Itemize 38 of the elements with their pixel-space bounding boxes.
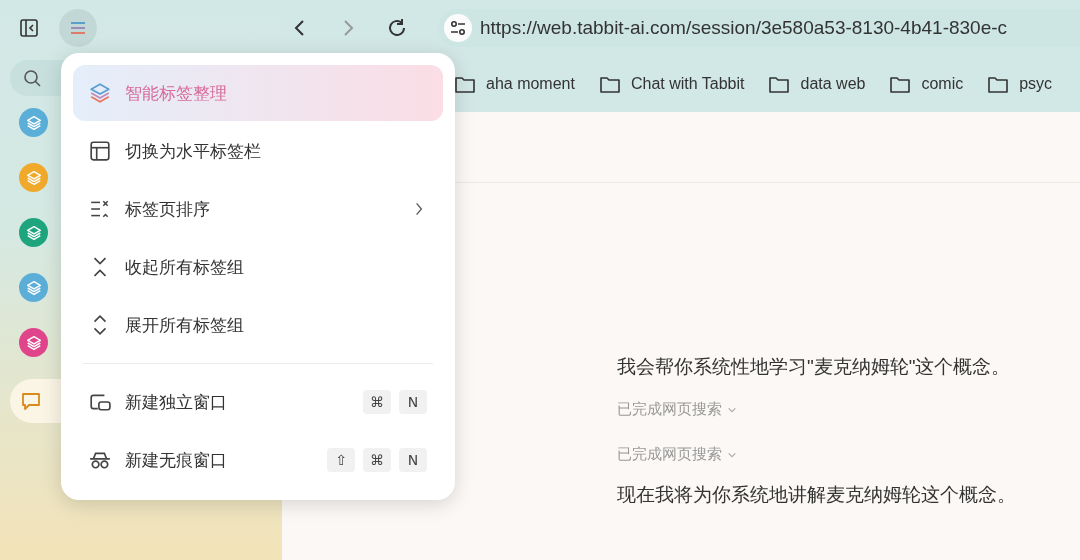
tab-group-icon[interactable] [19,328,48,357]
search-icon [22,68,42,88]
shortcut-key: N [399,448,427,472]
shortcut-key: ⌘ [363,448,391,472]
folder-icon [768,74,791,94]
sidebar-toggle-icon[interactable] [19,18,39,38]
menu-button[interactable] [59,9,97,47]
folder-icon [987,74,1010,94]
menu-item[interactable]: 展开所有标签组 [73,297,443,353]
layers-icon [89,82,111,104]
shortcut-key: ⇧ [327,448,355,472]
bookmark-item[interactable]: data web [768,74,866,94]
menu-item[interactable]: 标签页排序 [73,181,443,237]
menu-item[interactable]: 收起所有标签组 [73,239,443,295]
tab-group-icon[interactable] [19,218,48,247]
tab-group-icon[interactable] [19,108,48,137]
menu-item[interactable]: 新建独立窗口 ⌘ N [73,374,443,430]
tab-group-icon[interactable] [19,163,48,192]
bookmark-item[interactable]: aha moment [454,74,575,94]
bookmark-item[interactable]: psyc [987,74,1053,94]
site-settings-icon[interactable] [444,14,472,42]
bookmark-item[interactable]: Chat with Tabbit [598,74,745,94]
shortcut-key: N [399,390,427,414]
chat-icon [20,390,42,412]
folder-icon [889,74,912,94]
tab-group-icon[interactable] [19,273,48,302]
message-text: 现在我将为你系统地讲解麦克纳姆轮这个概念。 [617,483,1017,507]
menu-item[interactable]: 切换为水平标签栏 [73,123,443,179]
message-text: 我会帮你系统性地学习"麦克纳姆轮"这个概念。 [617,355,1012,379]
shortcut-key: ⌘ [363,390,391,414]
folder-icon [598,74,621,94]
bookmark-item[interactable]: comic [889,74,964,94]
folder-icon [454,74,476,94]
menu-item[interactable]: 新建无痕窗口 ⇧ ⌘ N [73,432,443,488]
sort-icon [89,198,111,220]
layout-icon [89,140,111,162]
address-bar[interactable]: https://web.tabbit-ai.com/session/3e580a53-8130-4b41-830e-c [438,9,1080,47]
reload-icon[interactable] [386,17,408,39]
